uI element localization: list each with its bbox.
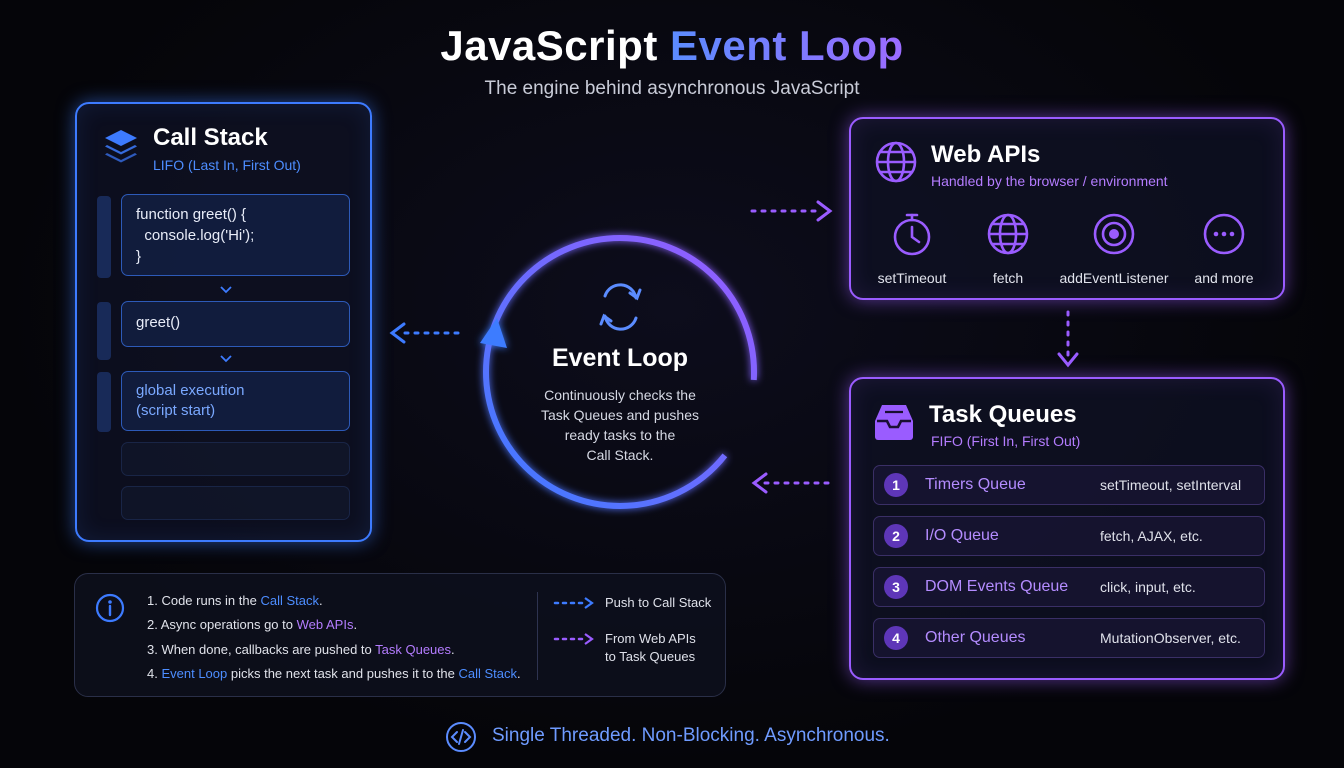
info-icon [95,593,125,623]
event-loop-description: Continuously checks the Task Queues and … [520,385,720,465]
queue-row-other: 4 Other Queues MutationObserver, etc. [873,618,1265,658]
desc-line: Continuously checks the [544,387,696,403]
arrow-to-event-loop [751,472,830,494]
arrow-to-call-stack [389,322,460,344]
queue-name: Other Queues [925,629,1026,646]
api-label: setTimeout [877,270,947,286]
legend-divider [537,592,538,680]
queue-number: 2 [884,524,908,548]
inbox-tray-icon [875,405,913,440]
queue-row-timers: 1 Timers Queue setTimeout, setInterval [873,465,1265,505]
web-apis-title: Web APIs [931,141,1041,168]
queue-name: Timers Queue [925,476,1026,493]
legend-key-from-web-apis: From Web APIs to Task Queues [605,631,696,664]
task-queues-subtitle: FIFO (First In, First Out) [931,433,1081,449]
queue-row-io: 2 I/O Queue fetch, AJAX, etc. [873,516,1265,556]
desc-line: Call Stack. [586,447,654,463]
desc-line: ready tasks to the [564,427,676,443]
legend-panel: 1. Code runs in the Call Stack. 2. Async… [74,573,726,697]
queue-examples: setTimeout, setInterval [1100,477,1242,493]
desc-line: Task Queues and pushes [541,407,699,423]
queue-number: 1 [884,473,908,497]
queue-row-dom-events: 3 DOM Events Queue click, input, etc. [873,567,1265,607]
queue-examples: MutationObserver, etc. [1100,630,1241,646]
globe-icon [987,213,1029,255]
task-queues-panel: Task Queues FIFO (First In, First Out) 1… [849,377,1285,680]
footer-tagline: Single Threaded. Non-Blocking. Asynchron… [492,725,890,746]
legend-step-3: 3. When done, callbacks are pushed to Ta… [147,642,455,657]
api-label: fetch [992,270,1024,286]
api-item-and-more: and more [1169,211,1279,286]
queue-name: DOM Events Queue [925,578,1069,595]
code-icon [446,722,476,752]
queue-examples: click, input, etc. [1100,579,1196,595]
target-icon [1093,213,1135,255]
refresh-icon [599,283,642,331]
globe-icon [875,141,917,183]
queue-examples: fetch, AJAX, etc. [1100,528,1203,544]
api-item-addeventlistener: addEventListener [1059,211,1169,286]
api-label: and more [1194,270,1254,286]
api-item-fetch: fetch [953,211,1063,286]
arrow-to-web-apis [750,200,833,222]
legend-key-push: Push to Call Stack [605,595,712,610]
purple-dotted-arrow-key [553,633,594,645]
legend-step-2: 2. Async operations go to Web APIs. [147,617,358,632]
queue-number: 3 [884,575,908,599]
api-item-settimeout: setTimeout [857,211,967,286]
legend-step-4: 4. Event Loop picks the next task and pu… [147,666,521,681]
legend-step-1: 1. Code runs in the Call Stack. [147,593,323,608]
more-dots-icon [1203,213,1245,255]
api-label: addEventListener [1059,270,1169,286]
web-apis-subtitle: Handled by the browser / environment [931,173,1168,189]
arrow-to-task-queues [1057,310,1079,368]
web-apis-panel: Web APIs Handled by the browser / enviro… [849,117,1285,300]
stopwatch-icon [893,213,931,256]
queue-number: 4 [884,626,908,650]
event-loop-title: Event Loop [551,344,689,372]
queue-name: I/O Queue [925,527,999,544]
blue-dotted-arrow-key [553,597,594,609]
task-queues-title: Task Queues [929,401,1077,428]
